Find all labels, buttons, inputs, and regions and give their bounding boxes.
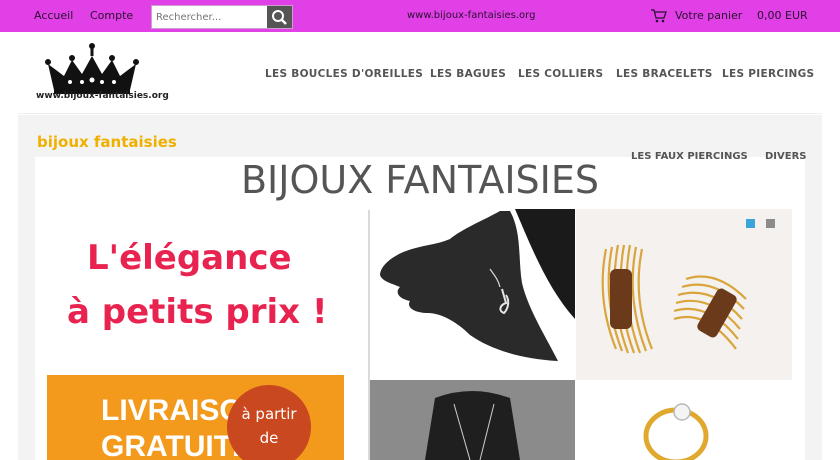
nav-bracelets[interactable]: LES BRACELETS <box>616 68 713 80</box>
promo-line-1: L'élégance <box>87 238 292 278</box>
account-link[interactable]: Compte <box>90 9 133 22</box>
cart-label[interactable]: Votre panier <box>675 9 742 22</box>
site-url: www.bijoux-fantaisies.org <box>407 10 536 21</box>
home-link[interactable]: Accueil <box>34 9 73 22</box>
promo-elegance-banner[interactable]: L'élégance à petits prix ! <box>47 220 347 350</box>
free-delivery-banner[interactable]: LIVRAISON GRATUITE à partir de <box>47 375 344 460</box>
cart-total[interactable]: 0,00 EUR <box>757 9 808 22</box>
nav-necklaces[interactable]: LES COLLIERS <box>518 68 603 80</box>
section-title: bijoux fantaisies <box>37 133 177 151</box>
nav-piercings[interactable]: LES PIERCINGS <box>722 68 814 80</box>
page-title: BIJOUX FANTAISIES <box>240 158 600 202</box>
gold-cuffs-image[interactable] <box>576 209 792 380</box>
ring-image[interactable] <box>576 380 792 460</box>
slider-dot-2[interactable] <box>766 219 775 228</box>
necklace-image[interactable] <box>370 380 575 460</box>
search-button[interactable] <box>267 6 292 28</box>
promo-line-2: à petits prix ! <box>67 292 328 332</box>
delivery-badge: à partir de <box>227 385 311 460</box>
nav-rings[interactable]: LES BAGUES <box>430 68 506 80</box>
cart-icon[interactable] <box>651 9 667 23</box>
nav-earrings[interactable]: LES BOUCLES D'OREILLES <box>265 68 423 80</box>
earring-bust-image[interactable] <box>370 209 575 380</box>
logo-text: www.bijoux-fantaisies.org <box>36 91 169 101</box>
search-icon <box>272 10 287 25</box>
search-input[interactable] <box>152 6 268 28</box>
badge-line-2: de <box>259 429 279 447</box>
slider-dot-1[interactable] <box>746 219 755 228</box>
search-box <box>151 5 293 29</box>
badge-line-1: à partir <box>241 405 297 423</box>
top-bar: Accueil Compte www.bijoux-fantaisies.org… <box>0 0 840 32</box>
